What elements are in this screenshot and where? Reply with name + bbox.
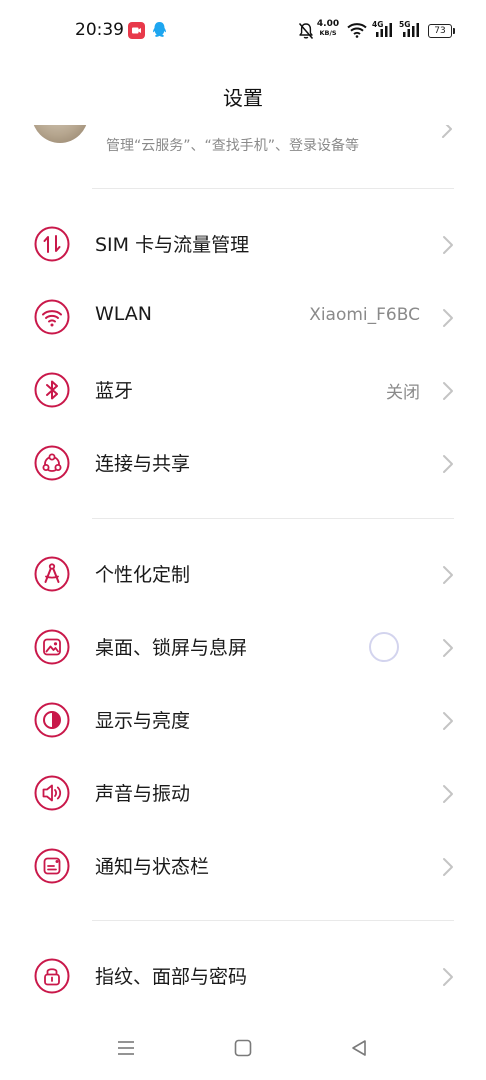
bluetooth-value: 关闭: [386, 383, 420, 403]
sim-data-icon: [34, 226, 70, 262]
qq-icon: [151, 21, 168, 44]
chevron-right-icon: [440, 125, 454, 143]
signal-4g-icon: 4G: [372, 20, 394, 43]
sim-label: SIM 卡与流量管理: [95, 234, 250, 256]
sound-label: 声音与振动: [95, 783, 191, 805]
navigation-bar: [0, 1020, 486, 1080]
signal-4g-label: 4G: [372, 20, 383, 29]
notification-icon: [34, 848, 70, 884]
display-label: 显示与亮度: [95, 710, 191, 732]
settings-item-sim[interactable]: SIM 卡与流量管理: [0, 208, 486, 280]
brightness-icon: [34, 702, 70, 738]
chevron-right-icon: [441, 308, 455, 332]
chevron-right-icon: [441, 235, 455, 259]
settings-item-notification[interactable]: 通知与状态栏: [0, 830, 486, 902]
settings-item-personalize[interactable]: 个性化定制: [0, 538, 486, 610]
screen-record-icon: [128, 22, 145, 43]
settings-item-wlan[interactable]: WLAN Xiaomi_F6BC: [0, 281, 486, 353]
divider: [92, 518, 454, 519]
divider: [92, 188, 454, 189]
chevron-right-icon: [441, 381, 455, 405]
divider: [92, 920, 454, 921]
wifi-icon: [34, 299, 70, 335]
net-speed-unit: KB/S: [319, 29, 337, 37]
menu-icon[interactable]: [116, 1038, 136, 1062]
status-bar: 20:39 4.00 KB/S 4G 5G 73: [0, 0, 486, 62]
chevron-right-icon: [441, 784, 455, 808]
bluetooth-icon: [34, 372, 70, 408]
settings-item-sound[interactable]: 声音与振动: [0, 757, 486, 829]
settings-item-bluetooth[interactable]: 蓝牙 关闭: [0, 354, 486, 426]
account-row[interactable]: 管理“云服务”、“查找手机”、登录设备等: [0, 125, 486, 185]
loading-indicator: [369, 632, 399, 662]
wifi-status-icon: [347, 22, 367, 42]
page-header: 设置: [0, 70, 486, 120]
back-icon[interactable]: [349, 1038, 369, 1062]
wlan-label: WLAN: [95, 303, 153, 325]
connect-share-label: 连接与共享: [95, 453, 191, 475]
page-title: 设置: [223, 86, 263, 110]
account-subtitle: 管理“云服务”、“查找手机”、登录设备等: [106, 138, 360, 154]
personalize-label: 个性化定制: [95, 564, 191, 586]
net-speed-value: 4.00: [316, 19, 340, 29]
chevron-right-icon: [441, 638, 455, 662]
settings-item-connect-share[interactable]: 连接与共享: [0, 427, 486, 499]
settings-item-display[interactable]: 显示与亮度: [0, 684, 486, 756]
signal-5g-label: 5G: [399, 20, 410, 29]
wlan-value: Xiaomi_F6BC: [309, 305, 420, 325]
avatar: [32, 125, 88, 143]
signal-5g-icon: 5G: [399, 20, 421, 43]
desktop-label: 桌面、锁屏与息屏: [95, 637, 248, 659]
compass-icon: [34, 556, 70, 592]
status-time: 20:39: [75, 20, 124, 40]
lock-icon: [34, 958, 70, 994]
wallpaper-icon: [34, 629, 70, 665]
settings-item-desktop[interactable]: 桌面、锁屏与息屏: [0, 611, 486, 683]
chevron-right-icon: [441, 454, 455, 478]
battery-icon: 73: [428, 24, 455, 38]
bluetooth-label: 蓝牙: [95, 380, 134, 402]
chevron-right-icon: [441, 711, 455, 735]
chevron-right-icon: [441, 967, 455, 991]
security-label: 指纹、面部与密码: [95, 966, 248, 988]
home-icon[interactable]: [233, 1038, 253, 1062]
mute-bell-icon: [298, 22, 314, 44]
notification-label: 通知与状态栏: [95, 856, 210, 878]
speaker-icon: [34, 775, 70, 811]
settings-item-security[interactable]: 指纹、面部与密码: [0, 940, 486, 1012]
net-speed: 4.00 KB/S: [316, 19, 340, 38]
chevron-right-icon: [441, 565, 455, 589]
chevron-right-icon: [441, 857, 455, 881]
share-icon: [34, 445, 70, 481]
